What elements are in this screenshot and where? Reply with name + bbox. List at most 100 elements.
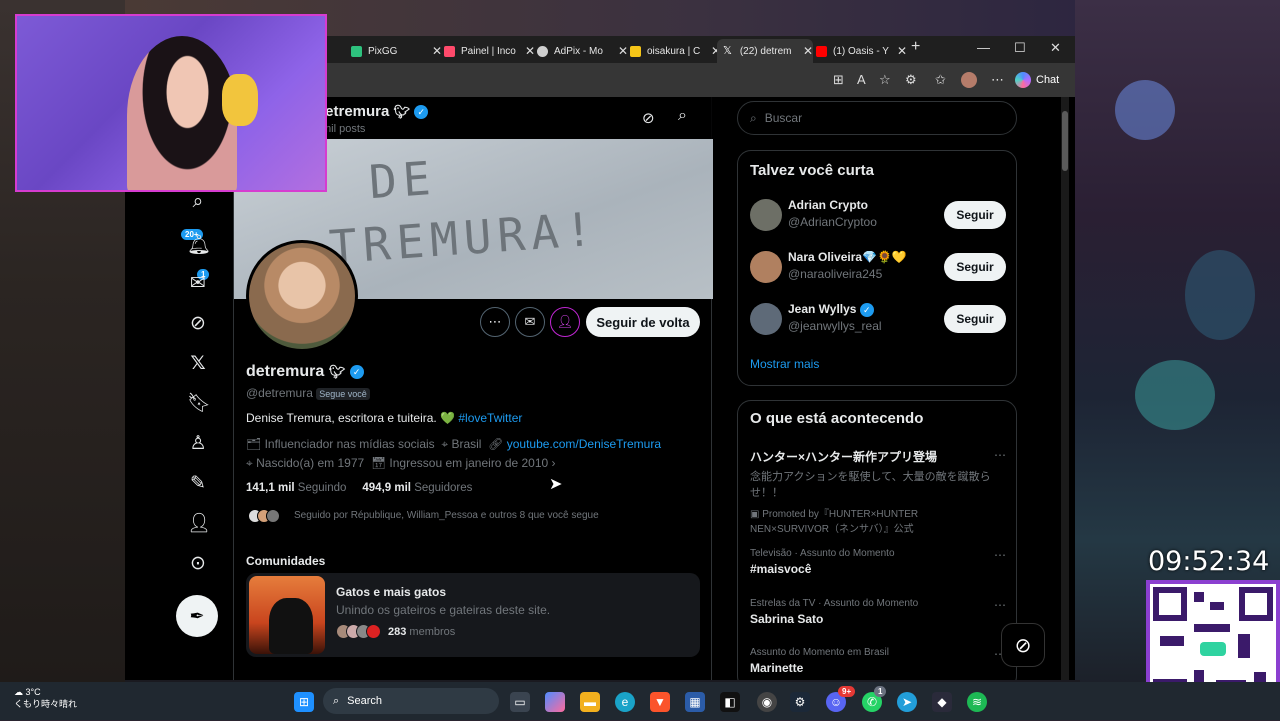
profile-avatar[interactable]	[246, 240, 358, 352]
scrollbar-thumb[interactable]	[1062, 111, 1068, 171]
more-dots-icon[interactable]: ⋯	[994, 598, 1006, 612]
messages-envelope-icon[interactable]: ✉	[187, 273, 209, 295]
app-icon[interactable]: ◆	[932, 692, 952, 712]
following-link[interactable]: 141,1 mil Seguindo	[246, 482, 346, 494]
more-dots-icon[interactable]: ⋯	[994, 548, 1006, 562]
task-view-icon[interactable]: ▭	[510, 692, 530, 712]
obs-icon[interactable]: ◉	[757, 692, 777, 712]
copilot-chat-button[interactable]: Chat	[1015, 69, 1059, 91]
grok-header-icon[interactable]: ⊘	[642, 109, 655, 127]
new-tab-button[interactable]: +	[911, 38, 920, 56]
suggestion-item[interactable]: Nara Oliveira💎🌻💛 @naraoliveira245 Seguir	[750, 247, 1006, 287]
banner-text-line1: DE	[367, 150, 439, 210]
suggestion-item[interactable]: Adrian Crypto @AdrianCryptoo Seguir	[750, 195, 1006, 235]
page-scrollbar[interactable]	[1061, 97, 1069, 680]
search-icon: ⌕	[333, 694, 340, 707]
profile-category: Influenciador nas mídias sociais	[264, 437, 435, 451]
windows-start-icon[interactable]: ⊞	[294, 692, 314, 712]
maximize-icon[interactable]: ☐	[1014, 40, 1026, 56]
trend-item[interactable]: Estrelas da TV · Assunto do Momento Sabr…	[750, 598, 1006, 626]
brave-browser-icon[interactable]: ▼	[650, 692, 670, 712]
x-logo-icon[interactable]: 𝕏	[187, 353, 209, 375]
webcam-overlay	[15, 14, 327, 192]
jobs-icon[interactable]: ♙	[187, 433, 209, 455]
weather-widget[interactable]: ☁ 3°C くもり時々晴れ	[14, 686, 77, 710]
tab-title: AdPix - Mo	[554, 45, 603, 57]
promoted-trend[interactable]: ハンター×ハンター新作アプリ登場 念能力アクションを駆使して、大量の敵を蹴散らせ…	[750, 448, 1006, 535]
tab-pixgg[interactable]: PixGG ✕	[345, 39, 442, 63]
show-more-link[interactable]: Mostrar mais	[750, 357, 819, 371]
spotify-icon[interactable]: ≋	[967, 692, 987, 712]
minimize-icon[interactable]: —	[977, 40, 990, 55]
follow-button[interactable]: Seguir	[944, 305, 1006, 333]
follow-button[interactable]: Seguir	[944, 201, 1006, 229]
trends-panel: O que está acontecendo ハンター×ハンター新作アプリ登場 …	[737, 400, 1017, 680]
file-explorer-icon[interactable]: ▬	[580, 692, 600, 712]
microsoft-store-icon[interactable]: ▦	[685, 692, 705, 712]
search-input[interactable]: ⌕ Buscar	[737, 101, 1017, 135]
promo-by-text: Promoted by『HUNTER×HUNTER NEN×SURVIVOR（ネ…	[750, 509, 919, 535]
follow-button[interactable]: Seguir	[944, 253, 1006, 281]
notifications-bell-icon[interactable]: 🔔︎	[187, 235, 211, 257]
premium-edit-icon[interactable]: ✎	[187, 473, 209, 495]
follows-you-badge: Segue você	[316, 388, 370, 400]
suggestion-name: Adrian Crypto	[788, 198, 869, 212]
bookmarks-icon[interactable]: 🔖︎	[187, 393, 211, 415]
explore-search-icon[interactable]: ⌕	[187, 191, 209, 213]
suggestion-item[interactable]: Jean Wyllys ✓ @jeanwyllys_real Seguir	[750, 299, 1006, 339]
profile-bio: Denise Tremura, escritora e tuiteira. 💚 …	[246, 411, 522, 425]
more-actions-button[interactable]: ⋯	[480, 307, 510, 337]
read-aloud-icon[interactable]: A	[857, 72, 866, 87]
profile-person-icon[interactable]: 👤︎	[187, 513, 211, 535]
bio-text: Denise Tremura, escritora e tuiteira. 💚	[246, 411, 456, 425]
community-card[interactable]: Gatos e mais gatos Unindo os gateiros e …	[246, 573, 700, 657]
taskbar-search[interactable]: ⌕ Search	[323, 688, 499, 714]
mutual-follower-avatars	[248, 509, 280, 525]
followers-count: 494,9 mil	[362, 482, 411, 494]
profile-search-icon[interactable]: ⌕	[678, 107, 687, 125]
more-dots-icon[interactable]: ⋯	[994, 448, 1006, 462]
message-button[interactable]: ✉	[515, 307, 545, 337]
community-desc: Unindo os gateiros e gateiras deste site…	[336, 603, 551, 617]
profile-avatar[interactable]	[961, 72, 977, 88]
tab-oisakura[interactable]: oisakura | C ✕	[624, 39, 721, 63]
trend-item[interactable]: Assunto do Momento em Brasil Marinette ⋯	[750, 647, 1006, 675]
profile-website-link[interactable]: youtube.com/DeniseTremura	[507, 437, 661, 451]
copilot-icon[interactable]	[545, 692, 565, 712]
telegram-icon[interactable]: ➤	[897, 692, 917, 712]
profile-born: Nascido(a) em 1977	[256, 456, 365, 470]
subscribe-button[interactable]: 👤︎	[550, 307, 580, 337]
tab-adpix[interactable]: AdPix - Mo ✕	[531, 39, 628, 63]
follow-back-button[interactable]: Seguir de volta	[586, 307, 700, 337]
capcut-icon[interactable]: ◧	[720, 692, 740, 712]
search-icon: ⌕	[750, 110, 757, 125]
weather-temp: 3°C	[25, 687, 41, 697]
extensions-icon[interactable]: ⚙	[905, 72, 917, 88]
tab-detremura[interactable]: 𝕏 (22) detrem ✕	[717, 39, 813, 63]
followed-by-text[interactable]: Seguido por République, William_Pessoa e…	[294, 510, 599, 521]
members-label: membros	[409, 626, 456, 638]
steam-icon[interactable]: ⚙	[790, 692, 810, 712]
close-window-icon[interactable]: ✕	[1050, 40, 1061, 56]
twitter-bird-icon: 🐦︎	[393, 104, 411, 119]
collections-icon[interactable]: ✩	[935, 72, 946, 88]
favorite-star-icon[interactable]: ☆	[879, 72, 891, 88]
trend-item[interactable]: Televisão · Assunto do Momento #maisvocê…	[750, 548, 1006, 576]
profile-handle: @detremura	[246, 386, 313, 400]
followers-link[interactable]: 494,9 mil Seguidores	[362, 482, 472, 494]
profile-meta-row1: 🗂︎ Influenciador nas mídias sociais ⌖ Br…	[246, 437, 661, 452]
close-tab-icon[interactable]: ✕	[897, 44, 907, 58]
tab-youtube-oasis[interactable]: (1) Oasis - Y ✕	[810, 39, 907, 63]
suggestion-name-text: Jean Wyllys	[788, 302, 857, 316]
person-icon: 👤︎	[556, 314, 574, 329]
grok-icon[interactable]: ⊘	[187, 313, 209, 335]
edge-browser-icon[interactable]: e	[615, 692, 635, 712]
tab-painel[interactable]: Painel | Inco ✕	[438, 39, 535, 63]
app-available-icon[interactable]: ⊞	[833, 72, 844, 88]
grok-floating-button[interactable]: ⊘	[1001, 623, 1045, 667]
bio-hashtag-link[interactable]: #loveTwitter	[458, 411, 522, 425]
more-options-icon[interactable]: ⋯	[991, 72, 1004, 88]
compose-post-button[interactable]: ✒	[176, 595, 218, 637]
members-count: 283	[388, 626, 407, 638]
more-circle-icon[interactable]: ⊙	[187, 553, 209, 575]
